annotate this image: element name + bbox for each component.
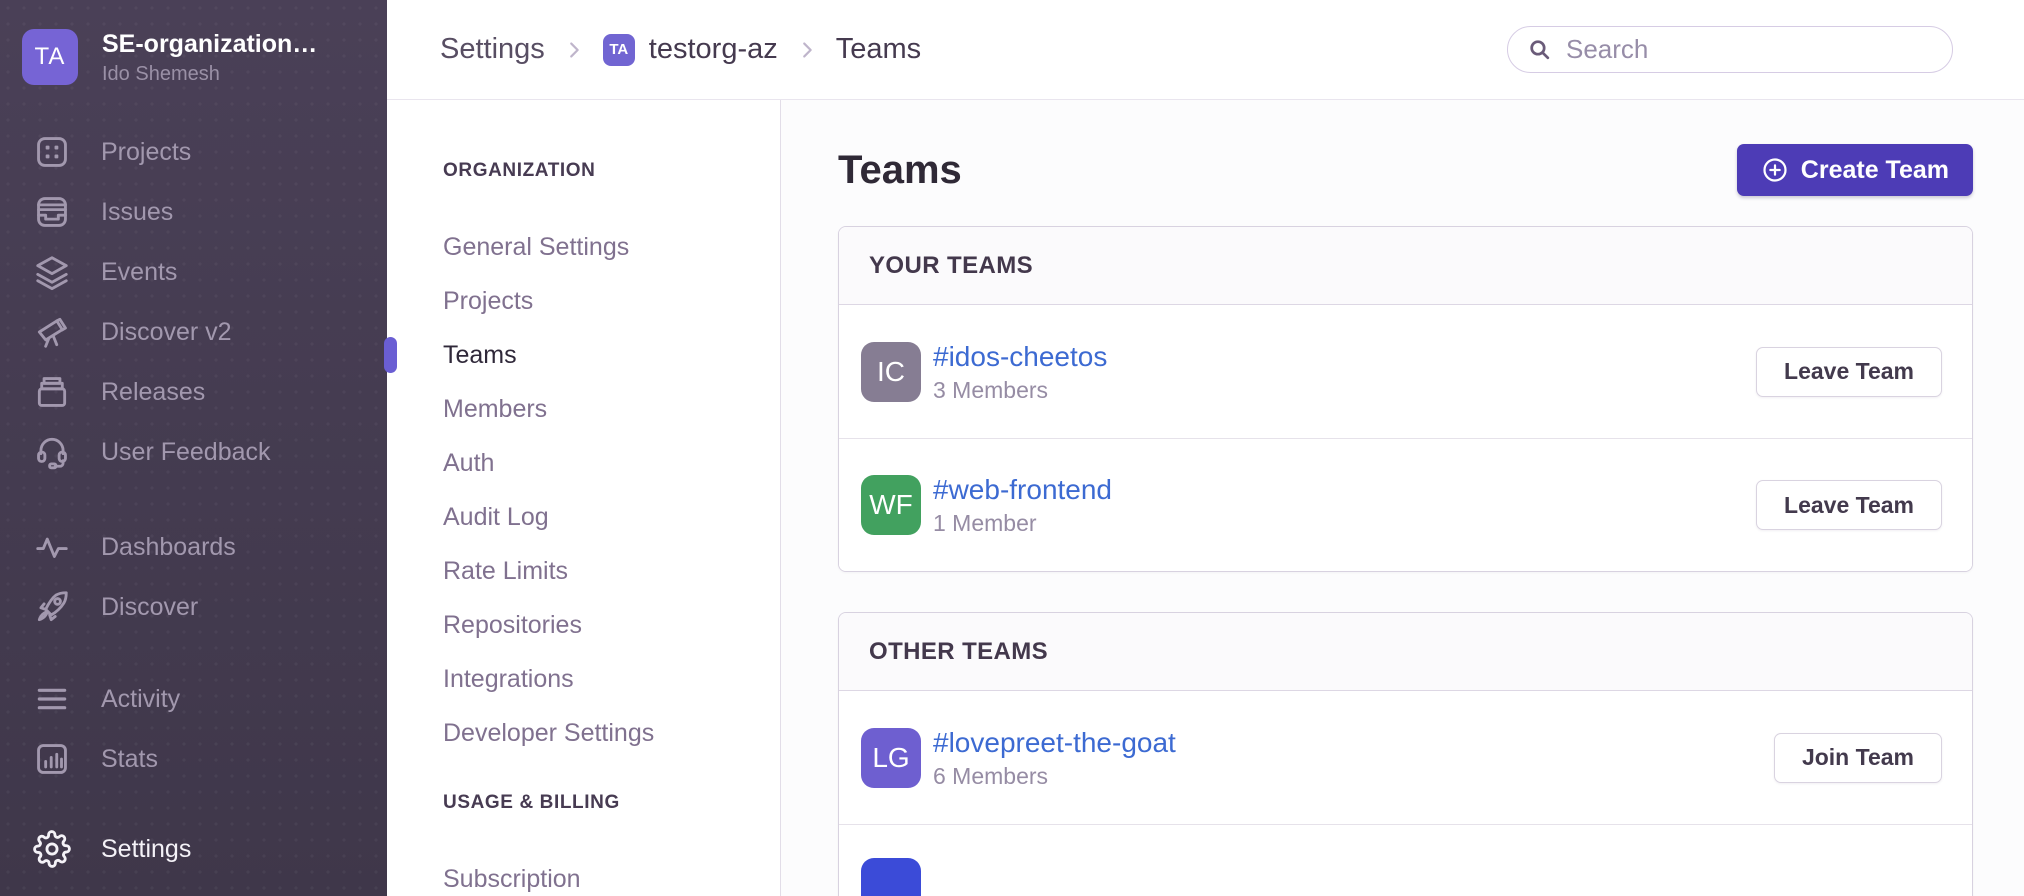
team-member-count: 1 Member <box>933 509 1112 538</box>
settings-nav-section-header: ORGANIZATION <box>443 160 780 182</box>
issues-icon <box>33 193 71 231</box>
settings-nav-item-teams[interactable]: Teams <box>443 328 780 382</box>
rocket-icon <box>33 588 71 626</box>
settings-nav-item-developer-settings[interactable]: Developer Settings <box>443 706 780 760</box>
panel-header: OTHER TEAMS <box>839 613 1972 691</box>
sidebar-item-label: Dashboards <box>101 533 236 562</box>
chevron-right-icon <box>563 39 585 61</box>
sidebar-item-label: Stats <box>101 745 158 774</box>
team-avatar <box>861 858 921 896</box>
team-row: WF #web-frontend 1 Member Leave Team <box>839 438 1972 571</box>
org-avatar: TA <box>22 29 78 85</box>
breadcrumb-org[interactable]: TA testorg-az <box>603 33 778 66</box>
leave-team-button[interactable]: Leave Team <box>1756 347 1942 397</box>
team-avatar: WF <box>861 475 921 535</box>
sidebar-item-label: Events <box>101 258 177 287</box>
team-link[interactable]: #lovepreet-the-goat <box>933 725 1176 760</box>
team-member-count: 3 Members <box>933 376 1107 405</box>
projects-icon <box>33 133 71 171</box>
sidebar-item-releases[interactable]: Releases <box>22 362 387 422</box>
telescope-icon <box>33 313 71 351</box>
plus-circle-icon <box>1761 156 1789 184</box>
team-row: IC #idos-cheetos 3 Members Leave Team <box>839 305 1972 438</box>
breadcrumb-settings[interactable]: Settings <box>440 33 545 66</box>
sidebar-item-label: Settings <box>101 835 191 864</box>
settings-nav-item-repositories[interactable]: Repositories <box>443 598 780 652</box>
panel-header: YOUR TEAMS <box>839 227 1972 305</box>
breadcrumb: Settings TA testorg-az Teams <box>440 33 921 66</box>
sidebar-item-projects[interactable]: Projects <box>22 122 387 182</box>
team-avatar: IC <box>861 342 921 402</box>
settings-nav-section-header: USAGE & BILLING <box>443 792 780 814</box>
sidebar-item-user-feedback[interactable]: User Feedback <box>22 422 387 482</box>
sidebar-item-activity[interactable]: Activity <box>22 669 387 729</box>
settings-nav-item-audit-log[interactable]: Audit Log <box>443 490 780 544</box>
team-row: LG #lovepreet-the-goat 6 Members Join Te… <box>839 691 1972 824</box>
breadcrumb-page: Teams <box>836 33 921 66</box>
org-switcher[interactable]: TA SE-organization… Ido Shemesh <box>22 28 387 86</box>
pulse-icon <box>33 528 71 566</box>
leave-team-button[interactable]: Leave Team <box>1756 480 1942 530</box>
settings-nav-item-projects[interactable]: Projects <box>443 274 780 328</box>
sidebar-item-issues[interactable]: Issues <box>22 182 387 242</box>
team-link[interactable]: #web-frontend <box>933 472 1112 507</box>
sidebar-item-settings[interactable]: Settings <box>22 819 387 879</box>
join-team-button[interactable]: Join Team <box>1774 733 1942 783</box>
app-window: TA SE-organization… Ido Shemesh Projects… <box>0 0 2024 896</box>
settings-nav-item-rate-limits[interactable]: Rate Limits <box>443 544 780 598</box>
sidebar-item-stats[interactable]: Stats <box>22 729 387 789</box>
your-teams-panel: YOUR TEAMS IC #idos-cheetos 3 Members Le… <box>838 226 1973 572</box>
create-team-label: Create Team <box>1801 156 1949 185</box>
team-avatar: LG <box>861 728 921 788</box>
org-user-name: Ido Shemesh <box>102 62 317 86</box>
archive-icon <box>33 373 71 411</box>
org-name: SE-organization… <box>102 29 317 59</box>
sidebar-item-label: Issues <box>101 198 173 227</box>
primary-sidebar: TA SE-organization… Ido Shemesh Projects… <box>0 0 387 896</box>
sidebar-item-label: Projects <box>101 138 191 167</box>
settings-nav-item-subscription[interactable]: Subscription <box>443 852 780 896</box>
bar-chart-icon <box>33 740 71 778</box>
sidebar-item-discover[interactable]: Discover <box>22 577 387 637</box>
breadcrumb-org-label: testorg-az <box>649 33 778 66</box>
sidebar-item-label: Activity <box>101 685 180 714</box>
settings-nav-item-general-settings[interactable]: General Settings <box>443 220 780 274</box>
settings-nav-item-members[interactable]: Members <box>443 382 780 436</box>
list-icon <box>33 680 71 718</box>
sidebar-item-discover-v2[interactable]: Discover v2 <box>22 302 387 362</box>
create-team-button[interactable]: Create Team <box>1737 144 1973 196</box>
top-bar: Settings TA testorg-az Teams <box>387 0 2024 100</box>
gear-icon <box>33 830 71 868</box>
search-icon <box>1527 37 1552 62</box>
sidebar-item-label: User Feedback <box>101 438 271 467</box>
sidebar-item-dashboards[interactable]: Dashboards <box>22 517 387 577</box>
sidebar-item-label: Discover <box>101 593 198 622</box>
settings-nav: ORGANIZATION General Settings Projects T… <box>387 100 781 896</box>
sidebar-item-events[interactable]: Events <box>22 242 387 302</box>
team-link[interactable]: #idos-cheetos <box>933 339 1107 374</box>
team-member-count: 6 Members <box>933 762 1176 791</box>
settings-nav-item-integrations[interactable]: Integrations <box>443 652 780 706</box>
team-row <box>839 824 1972 896</box>
chevron-right-icon <box>796 39 818 61</box>
main-content: Teams Create Team YOUR TEAMS IC #idos-ch… <box>781 100 2024 896</box>
headset-icon <box>33 433 71 471</box>
org-badge: TA <box>603 34 635 66</box>
sidebar-item-label: Discover v2 <box>101 318 232 347</box>
layers-icon <box>33 253 71 291</box>
sidebar-item-label: Releases <box>101 378 205 407</box>
settings-nav-item-auth[interactable]: Auth <box>443 436 780 490</box>
page-title: Teams <box>838 148 962 193</box>
other-teams-panel: OTHER TEAMS LG #lovepreet-the-goat 6 Mem… <box>838 612 1973 896</box>
search-input[interactable] <box>1507 26 1953 73</box>
